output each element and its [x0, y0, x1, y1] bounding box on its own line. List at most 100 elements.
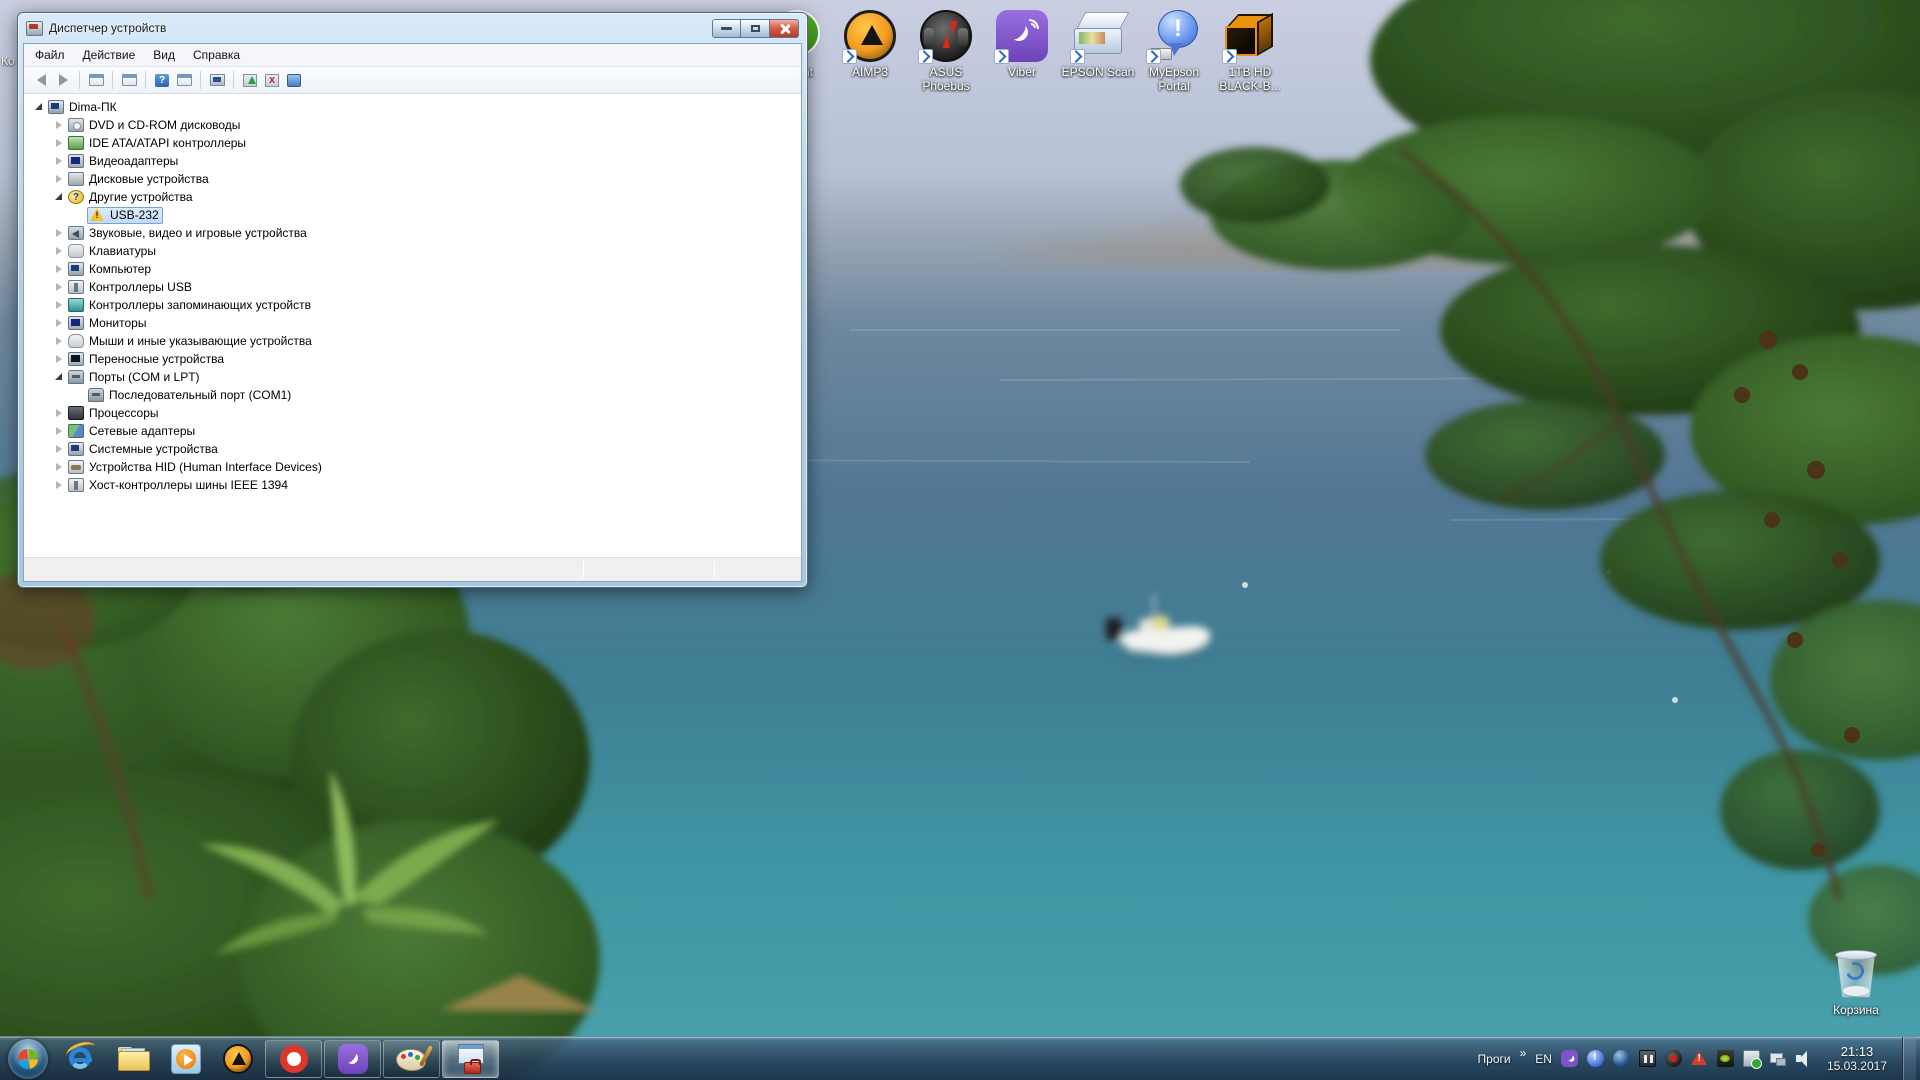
tree-expander-icon[interactable]: [54, 444, 64, 454]
tray-toolbar-label[interactable]: Проги: [1478, 1052, 1511, 1066]
start-button[interactable]: [8, 1039, 48, 1079]
titlebar[interactable]: Диспетчер устройств: [18, 13, 807, 43]
device-tree-item[interactable]: Порты (COM и LPT): [24, 368, 801, 386]
desktop-icon-epson-scan[interactable]: EPSON Scan: [1060, 10, 1136, 79]
device-tree-item[interactable]: Мыши и иные указывающие устройства: [24, 332, 801, 350]
desktop-icon-partial-left-label[interactable]: Ко: [1, 54, 17, 68]
device-tree-item[interactable]: IDE ATA/ATAPI контроллеры: [24, 134, 801, 152]
tree-expander-icon[interactable]: [54, 354, 64, 364]
properties-button[interactable]: [173, 70, 195, 91]
device-tree-item[interactable]: Сетевые адаптеры: [24, 422, 801, 440]
device-tree-item[interactable]: DVD и CD-ROM дисководы: [24, 116, 801, 134]
show-console-tree-button[interactable]: [85, 70, 107, 91]
taskbar-wmp-button[interactable]: [160, 1039, 212, 1079]
tray-usb-eject-icon[interactable]: [1743, 1050, 1760, 1067]
tree-expander-icon[interactable]: [54, 480, 64, 490]
device-tree-item[interactable]: Контроллеры USB: [24, 278, 801, 296]
tray-clock[interactable]: 21:13 15.03.2017: [1821, 1044, 1893, 1074]
desktop-icon-asus-phoebus[interactable]: ASUS Phoebus: [908, 10, 984, 93]
tree-expander-icon[interactable]: [54, 462, 64, 472]
tree-expander-icon[interactable]: [54, 246, 64, 256]
tray-app-icon[interactable]: [1665, 1050, 1682, 1067]
tree-expander-icon[interactable]: [54, 300, 64, 310]
device-tree-item[interactable]: Мониторы: [24, 314, 801, 332]
desktop-icon-recycle-bin[interactable]: Корзина: [1818, 948, 1894, 1017]
tree-expander-icon[interactable]: [74, 210, 84, 220]
device-tree-item[interactable]: USB-232: [24, 206, 801, 224]
export-list-button[interactable]: [118, 70, 140, 91]
menu-item[interactable]: Действие: [76, 45, 143, 65]
taskbar-device-manager-button[interactable]: [442, 1040, 499, 1078]
device-tree-item[interactable]: Хост-контроллеры шины IEEE 1394: [24, 476, 801, 494]
tray-epson-alert-icon[interactable]: [1587, 1050, 1604, 1067]
menu-item[interactable]: Вид: [146, 45, 182, 65]
update-driver-button[interactable]: [239, 70, 261, 91]
device-tree-item-label: IDE ATA/ATAPI контроллеры: [89, 136, 246, 150]
device-tree-item-label: Мыши и иные указывающие устройства: [89, 334, 312, 348]
tree-expander-icon[interactable]: [54, 372, 64, 382]
device-tree-item[interactable]: Последовательный порт (COM1): [24, 386, 801, 404]
tree-expander-icon[interactable]: [34, 102, 44, 112]
tray-warning-icon[interactable]: [1691, 1050, 1708, 1067]
close-button[interactable]: [770, 19, 799, 38]
tray-volume-icon[interactable]: [1795, 1050, 1812, 1067]
device-tree-item-label: USB-232: [110, 208, 159, 222]
tree-expander-icon[interactable]: [54, 156, 64, 166]
device-tree-item[interactable]: Видеоадаптеры: [24, 152, 801, 170]
desktop-icon-aimp3[interactable]: AIMP3: [832, 10, 908, 79]
device-tree-item[interactable]: Переносные устройства: [24, 350, 801, 368]
scan-computer-button[interactable]: [206, 70, 228, 91]
maximize-button[interactable]: [741, 19, 770, 38]
tree-expander-icon[interactable]: [54, 426, 64, 436]
device-tree-item[interactable]: Dima-ПК: [24, 98, 801, 116]
device-tree-item[interactable]: Другие устройства: [24, 188, 801, 206]
device-tree-item[interactable]: Устройства HID (Human Interface Devices): [24, 458, 801, 476]
device-tree-item[interactable]: Компьютер: [24, 260, 801, 278]
tree-expander-icon[interactable]: [54, 264, 64, 274]
tree-expander-icon[interactable]: [54, 174, 64, 184]
tree-expander-icon[interactable]: [54, 336, 64, 346]
taskbar-aimp-button[interactable]: [212, 1039, 264, 1079]
taskbar-explorer-button[interactable]: [108, 1039, 160, 1079]
taskbar-ie-button[interactable]: [56, 1039, 108, 1079]
device-tree-item[interactable]: Клавиатуры: [24, 242, 801, 260]
minimize-button[interactable]: [712, 19, 741, 38]
show-desktop-button[interactable]: [1902, 1037, 1916, 1080]
back-button[interactable]: [30, 70, 52, 91]
device-type-icon: [68, 172, 84, 186]
device-tree-item[interactable]: Процессоры: [24, 404, 801, 422]
language-indicator[interactable]: EN: [1535, 1052, 1552, 1066]
tree-expander-icon[interactable]: [54, 228, 64, 238]
menu-item[interactable]: Файл: [28, 45, 72, 65]
taskbar-paint-button[interactable]: [383, 1040, 440, 1078]
device-tree-item[interactable]: Звуковые, видео и игровые устройства: [24, 224, 801, 242]
taskbar-viber-button[interactable]: [324, 1040, 381, 1078]
forward-button[interactable]: [52, 70, 74, 91]
desktop-icon-myepson-portal[interactable]: ! MyEpson Portal: [1136, 10, 1212, 93]
desktop-icon-viber[interactable]: Viber: [984, 10, 1060, 79]
device-tree-item[interactable]: Контроллеры запоминающих устройств: [24, 296, 801, 314]
tray-network-icon[interactable]: [1769, 1050, 1786, 1067]
tree-expander-icon[interactable]: [54, 282, 64, 292]
tray-chevron[interactable]: »: [1520, 1046, 1527, 1060]
uninstall-device-button[interactable]: x: [261, 70, 283, 91]
device-tree-item[interactable]: Системные устройства: [24, 440, 801, 458]
menu-item[interactable]: Справка: [186, 45, 247, 65]
tree-expander-icon[interactable]: [54, 318, 64, 328]
tray-nvidia-icon[interactable]: [1717, 1050, 1734, 1067]
tray-window-icon[interactable]: [1639, 1050, 1656, 1067]
taskbar-opera-button[interactable]: [265, 1040, 322, 1078]
device-tree-item[interactable]: Дисковые устройства: [24, 170, 801, 188]
tree-expander-icon[interactable]: [54, 120, 64, 130]
help-button[interactable]: ?: [151, 70, 173, 91]
tray-viber-icon[interactable]: [1561, 1050, 1578, 1067]
tree-expander-icon[interactable]: [54, 138, 64, 148]
device-type-icon: [68, 460, 84, 474]
desktop-icon-1tb-hd-black[interactable]: 1TB HD BLACK-B...: [1212, 10, 1288, 93]
tray-globe-icon[interactable]: [1613, 1050, 1630, 1067]
tree-expander-icon[interactable]: [54, 408, 64, 418]
tree-expander-icon[interactable]: [54, 192, 64, 202]
device-tree-item-label: Контроллеры USB: [89, 280, 192, 294]
tree-expander-icon[interactable]: [74, 390, 84, 400]
scan-hardware-changes-button[interactable]: [283, 70, 305, 91]
